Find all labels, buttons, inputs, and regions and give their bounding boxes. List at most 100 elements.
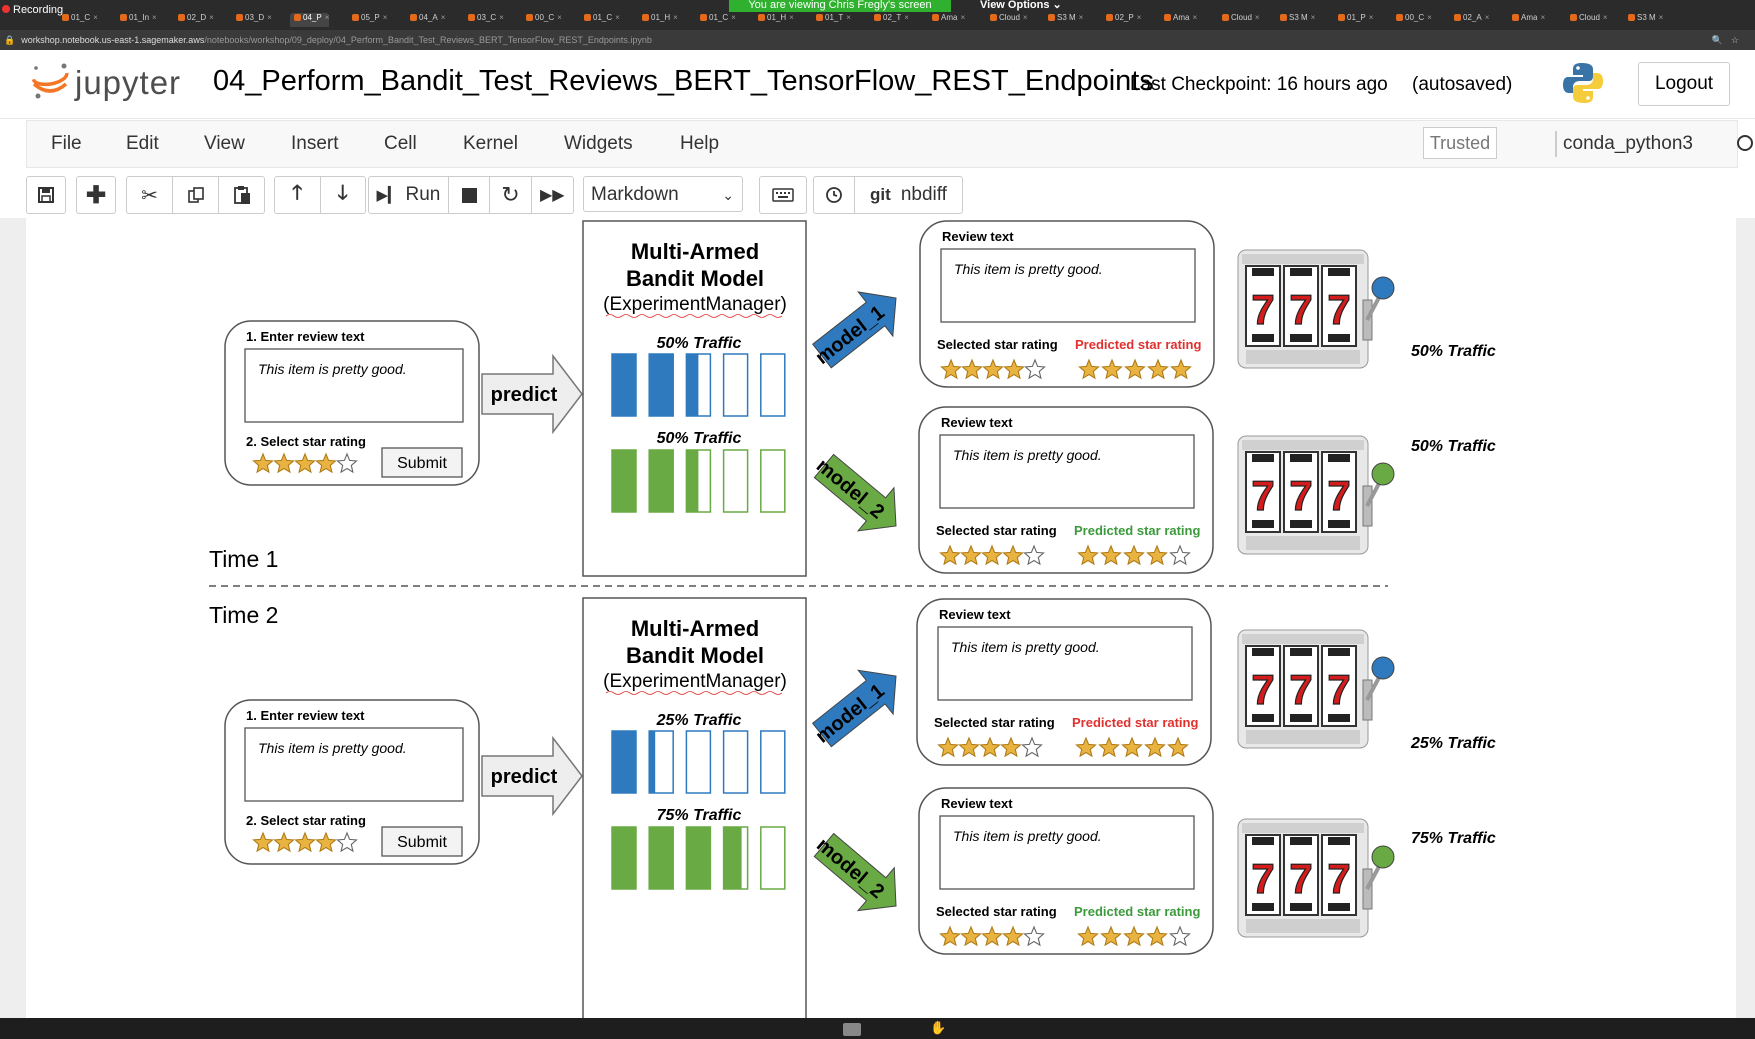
browser-tab[interactable]: 01_H × [754,13,794,27]
review-text-label: Review text [939,607,1011,622]
restart-button[interactable]: ↻ [490,177,532,213]
browser-tab[interactable]: 02_D × [174,13,214,27]
notebook-title[interactable]: 04_Perform_Bandit_Test_Reviews_BERT_Tens… [213,65,1154,98]
address-bar[interactable]: 🔒 workshop.notebook.us-east-1.sagemaker.a… [0,30,1755,50]
menu-help[interactable]: Help [680,133,719,155]
tab-close-icon[interactable]: × [1603,13,1608,22]
jupyter-wordmark[interactable]: jupyter [75,64,181,102]
interrupt-button[interactable] [449,177,491,213]
menu-view[interactable]: View [204,133,245,155]
browser-tab[interactable]: 00_C × [522,13,562,27]
slot-reel-seven: 7 [1251,855,1274,902]
traffic-bar-outline [722,353,749,417]
browser-tab[interactable]: S3 M × [1044,13,1083,27]
save-button[interactable] [27,177,65,213]
cut-button[interactable]: ✂ [127,177,173,213]
command-palette-button[interactable] [760,177,806,213]
browser-tab[interactable]: 05_P × [348,13,387,27]
move-up-button[interactable]: 🡑 [275,177,321,213]
browser-tab[interactable]: S3 M × [1624,13,1663,27]
browser-tab[interactable]: 04_P × [290,13,330,27]
browser-tab[interactable]: 01_C × [58,13,98,27]
tab-close-icon[interactable]: × [1079,13,1084,22]
browser-tab[interactable]: 04_A × [406,13,445,27]
menu-cell[interactable]: Cell [384,133,417,155]
tab-close-icon[interactable]: × [960,13,965,22]
tab-close-icon[interactable]: × [1427,13,1432,22]
kernel-name[interactable]: conda_python3 [1563,133,1693,155]
menu-widgets[interactable]: Widgets [564,133,633,155]
tab-close-icon[interactable]: × [441,13,446,22]
tab-close-icon[interactable]: × [673,13,678,22]
paste-button[interactable] [219,177,264,213]
tab-close-icon[interactable]: × [1137,13,1142,22]
tab-close-icon[interactable]: × [1369,13,1374,22]
tab-close-icon[interactable]: × [152,13,157,22]
browser-tab[interactable]: 01_In × [116,13,157,27]
tab-close-icon[interactable]: × [615,13,620,22]
browser-tab[interactable]: 01_C × [696,13,736,27]
tab-close-icon[interactable]: × [1311,13,1316,22]
tab-label: Ama [1173,13,1190,22]
cell-type-select[interactable]: Markdown ⌄ [583,176,743,212]
history-button[interactable] [814,177,855,213]
menu-file[interactable]: File [51,133,82,155]
tab-close-icon[interactable]: × [1540,13,1545,22]
run-button[interactable]: ▶▎ Run [369,177,449,213]
tab-close-icon[interactable]: × [1023,13,1028,22]
raise-hand-icon[interactable]: ✋ [930,1020,948,1035]
menu-kernel[interactable]: Kernel [463,133,518,155]
browser-tab[interactable]: 02_A × [1450,13,1489,27]
menu-edit[interactable]: Edit [126,133,159,155]
tab-close-icon[interactable]: × [1485,13,1490,22]
browser-tab[interactable]: S3 M × [1276,13,1315,27]
copy-button[interactable] [173,177,219,213]
browser-tab[interactable]: 00_C × [1392,13,1432,27]
notebook-container[interactable]: 1. Enter review text This item is pretty … [0,218,1755,1018]
browser-tab[interactable]: 02_P × [1102,13,1141,27]
tab-close-icon[interactable]: × [383,13,388,22]
tab-close-icon[interactable]: × [325,13,330,22]
browser-tab[interactable]: 03_D × [232,13,272,27]
browser-tab[interactable]: 01_C × [580,13,620,27]
browser-tab[interactable]: 01_P × [1334,13,1373,27]
nbdiff-button[interactable]: git nbdiff [855,177,962,213]
slot-bar-top [1252,268,1274,276]
view-options-menu[interactable]: View Options ⌄ [980,0,1062,11]
browser-tab[interactable]: Ama × [928,13,965,27]
browser-tab[interactable]: Cloud × [1218,13,1260,27]
tab-close-icon[interactable]: × [267,13,272,22]
insert-cell-button[interactable]: ✚ [77,177,115,213]
browser-tab[interactable]: Cloud × [986,13,1028,27]
browser-tab[interactable]: 01_H × [638,13,678,27]
browser-tab[interactable]: 02_T × [870,13,909,27]
tab-close-icon[interactable]: × [846,13,851,22]
tab-favicon-icon [700,14,707,21]
logout-button[interactable]: Logout [1638,62,1730,106]
tab-close-icon[interactable]: × [731,13,736,22]
menu-insert[interactable]: Insert [291,133,339,155]
browser-tab[interactable]: Ama × [1508,13,1545,27]
markdown-cell[interactable]: 1. Enter review text This item is pretty … [26,218,1736,1018]
tab-close-icon[interactable]: × [1255,13,1260,22]
tab-close-icon[interactable]: × [1659,13,1664,22]
model1-arrow: model_1 [812,669,897,748]
screen-share-control-icon[interactable] [843,1023,861,1036]
tab-close-icon[interactable]: × [209,13,214,22]
browser-tab[interactable]: Ama × [1160,13,1197,27]
restart-run-all-button[interactable]: ▶▶ [532,177,573,213]
tab-close-icon[interactable]: × [93,13,98,22]
browser-tab[interactable]: 03_C × [464,13,504,27]
tab-close-icon[interactable]: × [499,13,504,22]
tab-close-icon[interactable]: × [1192,13,1197,22]
move-down-button[interactable]: 🡓 [321,177,366,213]
menu-bar: File Edit View Insert Cell Kernel Widget… [26,120,1753,168]
tab-close-icon[interactable]: × [904,13,909,22]
tab-close-icon[interactable]: × [557,13,562,22]
trusted-indicator[interactable]: Trusted [1423,127,1497,159]
address-bar-actions[interactable]: 🔍☆ [1712,30,1747,50]
browser-tab[interactable]: Cloud × [1566,13,1608,27]
jupyter-logo-icon[interactable] [30,58,70,111]
browser-tab[interactable]: 01_T × [812,13,851,27]
tab-close-icon[interactable]: × [789,13,794,22]
